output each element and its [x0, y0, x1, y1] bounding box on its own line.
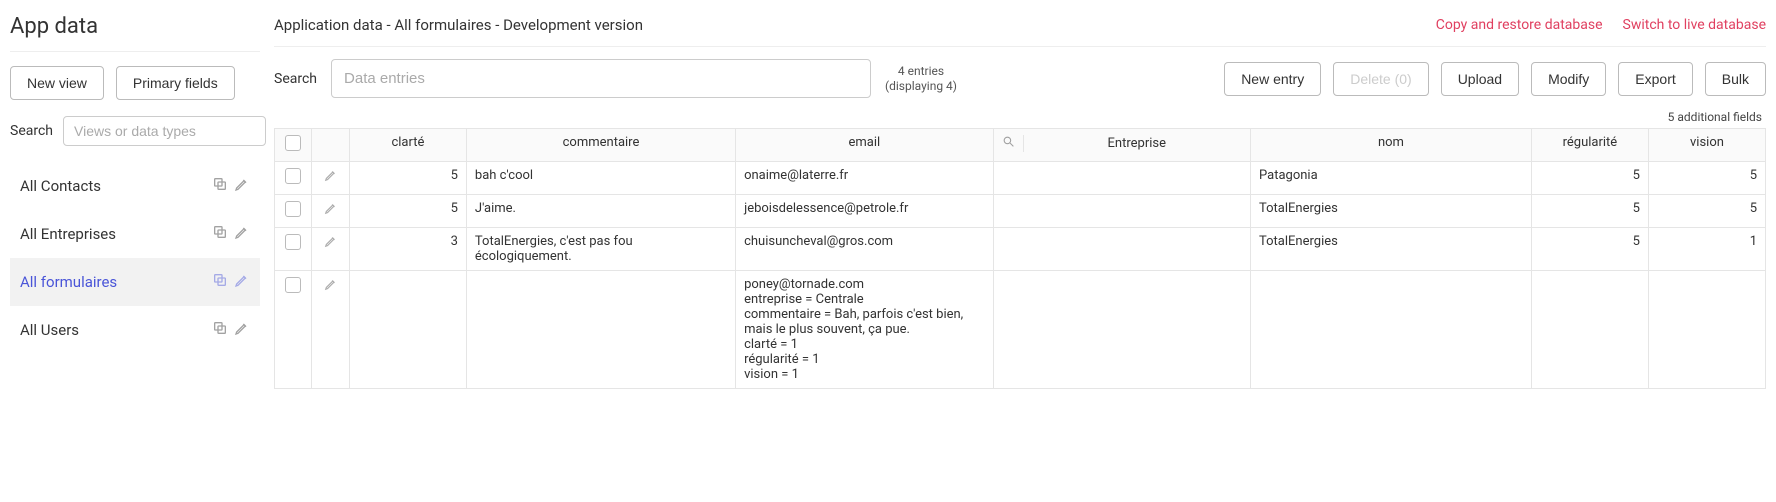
cell[interactable]: 5 [1531, 195, 1648, 228]
edit-row-button[interactable] [312, 195, 349, 228]
modify-button[interactable]: Modify [1531, 62, 1606, 96]
column-header[interactable]: commentaire [466, 129, 735, 162]
cell[interactable]: TotalEnergies, c'est pas fou écologiquem… [466, 228, 735, 271]
cell[interactable] [349, 271, 466, 389]
new-entry-button[interactable]: New entry [1224, 62, 1321, 96]
sidebar-search-label: Search [10, 123, 53, 139]
row-checkbox[interactable] [285, 277, 301, 293]
toolbar-search-input[interactable] [331, 59, 871, 98]
cell[interactable]: chuisuncheval@gros.com [736, 228, 993, 271]
cell[interactable]: onaime@laterre.fr [736, 162, 993, 195]
cell[interactable] [1531, 271, 1648, 389]
column-header[interactable]: régularité [1531, 129, 1648, 162]
row-checkbox[interactable] [285, 168, 301, 184]
bulk-button[interactable]: Bulk [1705, 62, 1766, 96]
copy-icon[interactable] [212, 272, 228, 292]
cell[interactable] [993, 271, 1250, 389]
switch-live-link[interactable]: Switch to live database [1623, 17, 1766, 33]
table-row: 5bah c'coolonaime@laterre.frPatagonia55 [275, 162, 1766, 195]
entry-count: 4 entries (displaying 4) [885, 64, 957, 93]
upload-button[interactable]: Upload [1441, 62, 1519, 96]
cell[interactable]: TotalEnergies [1251, 195, 1532, 228]
cell[interactable]: 5 [1648, 162, 1765, 195]
delete-button[interactable]: Delete (0) [1333, 62, 1428, 96]
column-header[interactable]: Entreprise [993, 129, 1250, 162]
cell[interactable]: 1 [1648, 228, 1765, 271]
sidebar-view-item[interactable]: All Users [10, 306, 260, 354]
cell[interactable]: 5 [1648, 195, 1765, 228]
edit-row-button[interactable] [312, 162, 349, 195]
cell[interactable]: J'aime. [466, 195, 735, 228]
edit-row-button[interactable] [312, 271, 349, 389]
copy-restore-link[interactable]: Copy and restore database [1436, 17, 1603, 33]
column-header[interactable]: nom [1251, 129, 1532, 162]
column-header[interactable]: vision [1648, 129, 1765, 162]
cell[interactable]: jeboisdelessence@petrole.fr [736, 195, 993, 228]
pencil-icon[interactable] [234, 224, 250, 244]
cell[interactable] [993, 228, 1250, 271]
edit-row-button[interactable] [312, 228, 349, 271]
pencil-icon[interactable] [234, 176, 250, 196]
sidebar-view-item[interactable]: All Contacts [10, 162, 260, 210]
additional-fields-label[interactable]: 5 additional fields [274, 108, 1766, 128]
cell[interactable] [466, 271, 735, 389]
sidebar-view-label: All Contacts [20, 177, 101, 195]
select-all-checkbox[interactable] [285, 135, 301, 151]
cell[interactable] [993, 195, 1250, 228]
table-row: 3TotalEnergies, c'est pas fou écologique… [275, 228, 1766, 271]
pencil-icon[interactable] [234, 272, 250, 292]
cell[interactable]: 5 [349, 195, 466, 228]
cell[interactable]: Patagonia [1251, 162, 1532, 195]
sidebar-view-label: All Entreprises [20, 225, 116, 243]
primary-fields-button[interactable]: Primary fields [116, 66, 235, 100]
sidebar-search-input[interactable] [63, 116, 266, 146]
copy-icon[interactable] [212, 320, 228, 340]
cell[interactable] [993, 162, 1250, 195]
cell[interactable]: poney@tornade.com entreprise = Centrale … [736, 271, 993, 389]
page-title: App data [10, 10, 260, 52]
cell[interactable]: bah c'cool [466, 162, 735, 195]
new-view-button[interactable]: New view [10, 66, 104, 100]
column-header-label: Entreprise [1032, 136, 1242, 151]
copy-icon[interactable] [212, 224, 228, 244]
cell[interactable]: 5 [1531, 228, 1648, 271]
cell[interactable]: 3 [349, 228, 466, 271]
export-button[interactable]: Export [1618, 62, 1692, 96]
table-row: poney@tornade.com entreprise = Centrale … [275, 271, 1766, 389]
row-checkbox[interactable] [285, 234, 301, 250]
copy-icon[interactable] [212, 176, 228, 196]
sidebar-view-label: All formulaires [20, 273, 117, 291]
toolbar-search-label: Search [274, 71, 317, 87]
sidebar-view-item[interactable]: All formulaires [10, 258, 260, 306]
sidebar-view-item[interactable]: All Entreprises [10, 210, 260, 258]
cell[interactable]: TotalEnergies [1251, 228, 1532, 271]
column-header[interactable]: clarté [349, 129, 466, 162]
column-header[interactable]: email [736, 129, 993, 162]
cell[interactable]: 5 [1531, 162, 1648, 195]
search-icon[interactable] [1002, 135, 1024, 152]
main-header-title: Application data - All formulaires - Dev… [274, 16, 643, 34]
sidebar-view-label: All Users [20, 321, 79, 339]
cell[interactable]: 5 [349, 162, 466, 195]
cell[interactable] [1648, 271, 1765, 389]
pencil-icon[interactable] [234, 320, 250, 340]
table-row: 5J'aime.jeboisdelessence@petrole.frTotal… [275, 195, 1766, 228]
row-checkbox[interactable] [285, 201, 301, 217]
cell[interactable] [1251, 271, 1532, 389]
